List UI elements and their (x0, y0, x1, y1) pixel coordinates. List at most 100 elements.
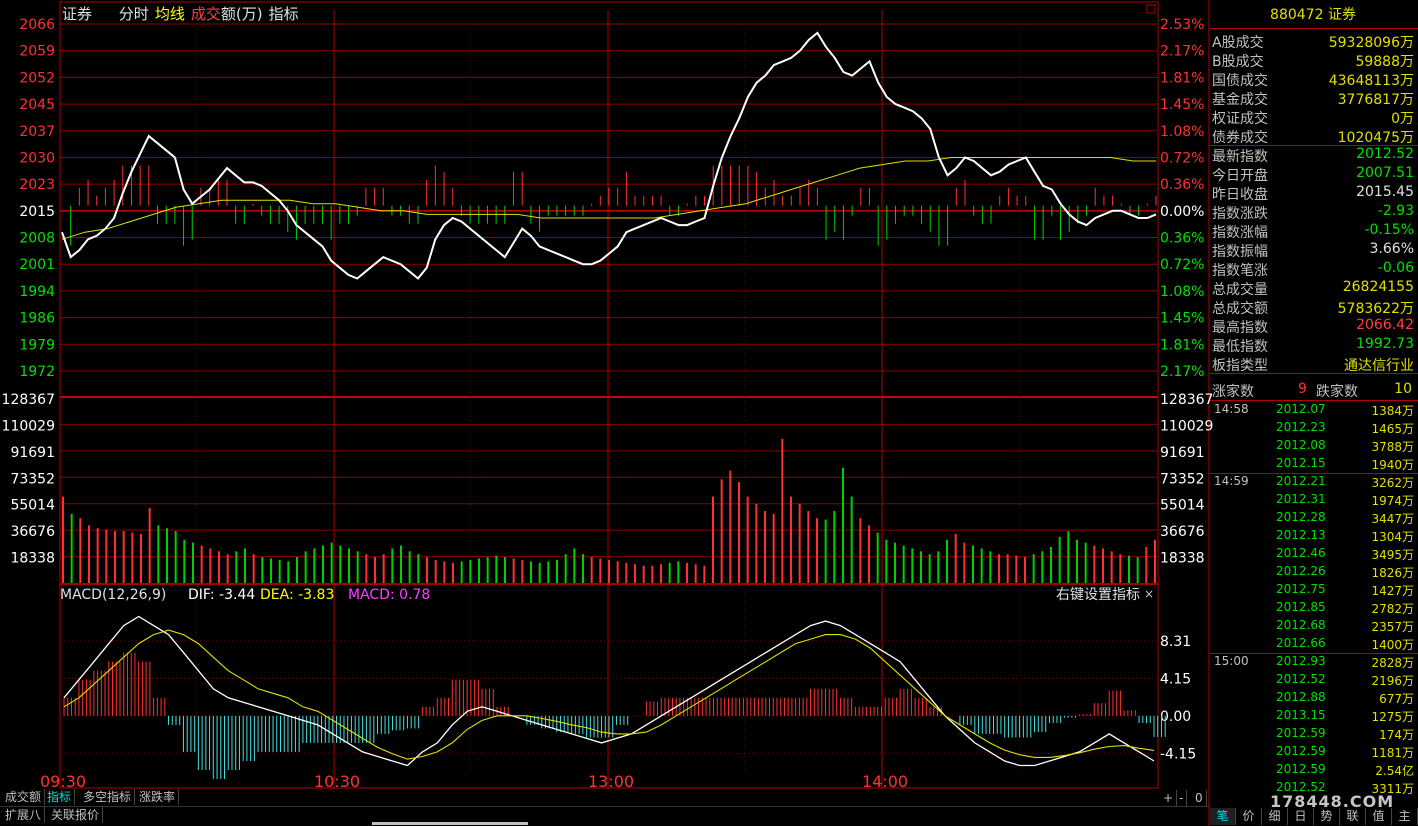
tick-row: 2012.52 2196万 (1210, 672, 1416, 690)
volume-tick-left: 110029 (2, 418, 55, 434)
panel-tab-0[interactable]: 笔 (1210, 808, 1236, 825)
volume-tick-left: 73352 (10, 471, 55, 487)
price-tick-left: 2008 (19, 231, 55, 247)
tick-row: 2012.59 174万 (1210, 726, 1416, 744)
quote-stat-value: 通达信行业 (1344, 358, 1414, 374)
macd-value: MACD: 0.78 (348, 587, 430, 603)
price-tick-left: 2015 (19, 204, 55, 220)
tick-amount: 174万 (1379, 728, 1414, 742)
quote-stat-label: 国债成交 (1212, 73, 1268, 89)
quote-stat-value: 1992.73 (1356, 336, 1414, 352)
quote-stat-label: 指数涨幅 (1212, 225, 1268, 241)
tick-amount: 1940万 (1371, 458, 1414, 472)
quote-stat-value: 2007.51 (1356, 165, 1414, 181)
quote-stat-value: -0.15% (1364, 222, 1414, 238)
breadth-row: 涨家数 9 跌家数 10 (1210, 381, 1416, 400)
panel-divider (1210, 400, 1418, 401)
tick-price: 2012.31 (1276, 492, 1326, 506)
volume-tick-left: 91691 (10, 445, 55, 461)
zoom-control-0[interactable]: + (1160, 790, 1178, 806)
tick-amount: 2196万 (1371, 674, 1414, 688)
price-tick-right: 0.36% (1160, 177, 1204, 193)
bottom-tab-关联报价[interactable]: 关联报价 (48, 807, 104, 823)
tick-row: 2012.26 1826万 (1210, 564, 1416, 582)
tick-row: 2012.75 1427万 (1210, 582, 1416, 600)
tick-amount: 1275万 (1371, 710, 1414, 724)
quote-stat-value: -0.06 (1377, 260, 1414, 276)
price-tick-left: 1979 (19, 337, 55, 353)
tick-price: 2013.15 (1276, 708, 1326, 722)
panel-tab-7[interactable]: 主 (1392, 808, 1418, 825)
bottom-tab-涨跌率[interactable]: 涨跌率 (136, 789, 180, 805)
chart-frame (59, 1, 1159, 789)
tick-row: 2012.31 1974万 (1210, 492, 1416, 510)
tick-price: 2012.75 (1276, 582, 1326, 596)
volume-tick-right: 110029 (1160, 418, 1213, 434)
header-item: 分时 (118, 5, 149, 23)
quote-stat-value: 3776817万 (1337, 92, 1414, 108)
quote-stat-label: 指数振幅 (1212, 244, 1268, 260)
bottom-tab-多空指标[interactable]: 多空指标 (80, 789, 136, 805)
bottom-tab-成交额[interactable]: 成交额 (2, 789, 46, 805)
quote-stat-row: 昨日收盘 2015.45 (1210, 184, 1416, 203)
bottom-tab-指标[interactable]: 指标 (44, 789, 76, 805)
quote-stat-value: 0万 (1391, 111, 1414, 127)
price-tick-left: 2045 (19, 97, 55, 113)
volume-tick-right: 55014 (1160, 498, 1205, 514)
quote-stat-row: 指数振幅 3.66% (1210, 241, 1416, 260)
header-item: 均线 (154, 5, 185, 23)
tick-amount: 1400万 (1371, 638, 1414, 652)
quote-stat-label: 昨日收盘 (1212, 187, 1268, 203)
up-count-label: 涨家数 (1212, 384, 1254, 400)
quote-stat-label: B股成交 (1212, 54, 1264, 70)
tick-time: 14:59 (1214, 474, 1249, 488)
price-tick-left: 1986 (19, 311, 55, 327)
tick-price: 2012.59 (1276, 744, 1326, 758)
quote-stat-label: A股成交 (1212, 35, 1264, 51)
panel-tab-1[interactable]: 价 (1236, 808, 1262, 825)
zoom-control-1[interactable]: - (1176, 790, 1188, 806)
horizontal-scrollbar[interactable] (372, 822, 528, 825)
tick-price: 2012.07 (1276, 402, 1326, 416)
tick-price: 2012.93 (1276, 654, 1326, 668)
quote-stat-label: 指数涨跌 (1212, 206, 1268, 222)
tick-price: 2012.23 (1276, 420, 1326, 434)
tick-row: 2012.66 1400万 (1210, 636, 1416, 654)
price-tick-right: 0.00% (1160, 204, 1204, 220)
price-tick-left: 1972 (19, 364, 55, 380)
price-tick-right: 1.81% (1160, 70, 1204, 86)
quote-stat-row: 板指类型 通达信行业 (1210, 355, 1416, 374)
tick-row: 2012.13 1304万 (1210, 528, 1416, 546)
watermark: 178448.COM (1270, 792, 1395, 811)
price-tick-right: 0.72% (1160, 257, 1204, 273)
volume-tick-right: 36676 (1160, 524, 1205, 540)
tick-row: 2012.46 3495万 (1210, 546, 1416, 564)
tick-amount: 2.54亿 (1375, 764, 1414, 778)
tick-amount: 1974万 (1371, 494, 1414, 508)
close-icon[interactable]: × (1144, 587, 1154, 601)
quote-stat-row: 指数涨跌 -2.93 (1210, 203, 1416, 222)
quote-stat-value: 43648113万 (1328, 73, 1414, 89)
tick-price: 2012.85 (1276, 600, 1326, 614)
zoom-control-2[interactable]: 0 (1192, 790, 1207, 806)
quote-panel: 880472 证券 A股成交 59328096万 B股成交 59888万 国债成交 436… (1210, 0, 1418, 826)
tick-price: 2012.21 (1276, 474, 1326, 488)
intraday-chart[interactable]: 2066 2.53% 2059 2.17% 2052 1.81% 2045 1.45% 2037… (0, 0, 1418, 826)
macd-tick: 4.15 (1160, 671, 1191, 687)
volume-tick-left: 128367 (2, 392, 55, 408)
quote-stat-label: 指数笔涨 (1212, 263, 1268, 279)
quote-stat-row: 权证成交 0万 (1210, 108, 1416, 127)
quote-stat-label: 板指类型 (1212, 358, 1268, 374)
index-name: 证券 (62, 5, 93, 23)
tick-amount: 1826万 (1371, 566, 1414, 580)
quote-stat-value: 2066.42 (1356, 317, 1414, 333)
panel-divider (1210, 373, 1418, 374)
tick-amount: 2357万 (1371, 620, 1414, 634)
quote-stat-row: B股成交 59888万 (1210, 51, 1416, 70)
tick-price: 2012.52 (1276, 672, 1326, 686)
maximize-icon[interactable] (1146, 4, 1156, 14)
macd-tick: 8.31 (1160, 634, 1191, 650)
volume-tick-left: 18338 (10, 551, 55, 567)
bottom-tab-扩展八[interactable]: 扩展八 (2, 807, 46, 823)
price-tick-left: 2037 (19, 124, 55, 140)
